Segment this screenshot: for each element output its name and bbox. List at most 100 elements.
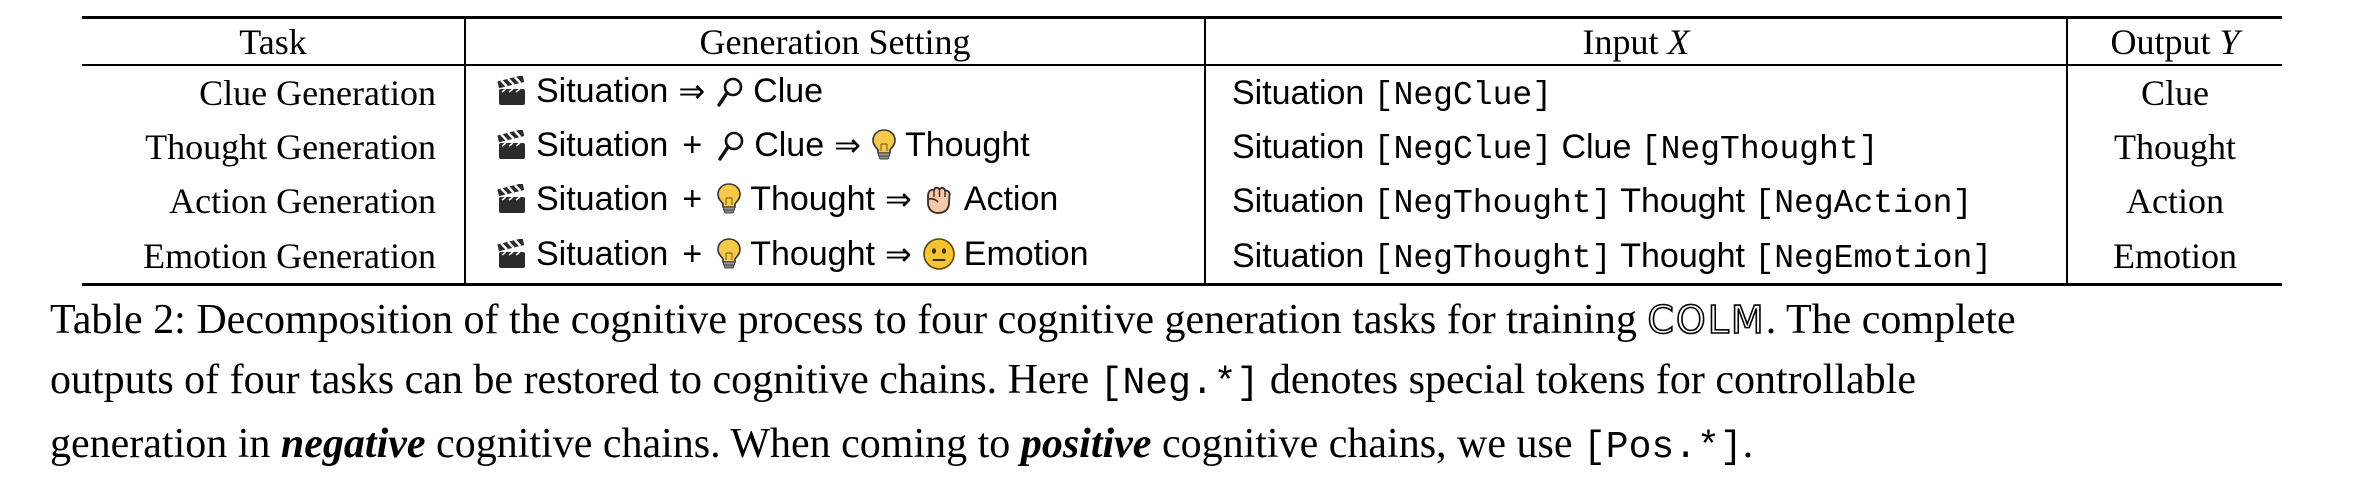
table-caption: Table 2: Decomposition of the cognitive …	[50, 290, 2340, 478]
table-row: Action Generation Situation + Thought ⇒ Actio…	[82, 174, 2282, 228]
task-label: Emotion Generation	[143, 235, 436, 276]
header-output-label: Output	[2110, 21, 2220, 62]
task-cell: Thought Generation	[82, 120, 466, 174]
input-text: Thought	[1611, 182, 1755, 220]
header-task-label: Task	[239, 21, 307, 62]
setting-cell: Situation ⇒ Clue	[465, 65, 1206, 120]
caption-line-3: generation in negative cognitive chains.…	[50, 414, 2340, 478]
input-text: Clue	[1552, 128, 1641, 166]
caption-line-1: Table 2: Decomposition of the cognitive …	[50, 290, 2340, 350]
input-cell: Situation [NegClue] Clue [NegThought]	[1205, 120, 2068, 174]
setting-cell: Situation + Clue ⇒ Thought	[465, 120, 1206, 174]
header-setting-label: Generation Setting	[699, 21, 971, 62]
pos-token: [Pos.*]	[1583, 426, 1743, 469]
magnifying-glass-icon	[715, 76, 745, 114]
light-bulb-icon	[716, 182, 742, 222]
task-cell: Emotion Generation	[82, 228, 466, 286]
header-output: Output Y	[2067, 16, 2282, 66]
implies-arrow: ⇒	[834, 126, 861, 164]
setting-target: Thought	[904, 126, 1030, 164]
setting-situation: Situation	[536, 126, 669, 164]
caption-text: cognitive chains, we use	[1151, 421, 1583, 467]
header-task: Task	[82, 16, 466, 66]
plus-sign: +	[682, 180, 703, 218]
positive-emphasis: positive	[1020, 421, 1152, 467]
output-cell: Clue	[2067, 65, 2282, 120]
light-bulb-icon	[716, 237, 742, 277]
output-label: Action	[2126, 181, 2224, 221]
input-token: [NegThought]	[1373, 185, 1612, 222]
table-row: Thought Generation Situation + Clue ⇒ Thought…	[82, 120, 2282, 174]
input-cell: Situation [NegThought] Thought [NegEmoti…	[1205, 228, 2068, 286]
input-text: Situation	[1232, 128, 1374, 166]
implies-arrow: ⇒	[884, 234, 912, 273]
setting-source: Thought	[750, 234, 875, 273]
clapper-board-icon	[496, 237, 528, 277]
input-token: [NegClue]	[1373, 77, 1552, 114]
header-input-var: X	[1667, 21, 1690, 62]
setting-cell: Situation + Thought ⇒ Action	[465, 174, 1206, 228]
output-label: Thought	[2114, 127, 2236, 167]
output-cell: Emotion	[2067, 228, 2282, 286]
input-text: Situation	[1232, 74, 1374, 112]
plus-sign: +	[682, 126, 703, 164]
input-cell: Situation [NegThought] Thought [NegActio…	[1205, 174, 2068, 228]
caption-text: . The complete	[1765, 297, 2016, 343]
input-token: [NegThought]	[1640, 131, 1879, 168]
input-token: [NegEmotion]	[1754, 239, 1993, 277]
setting-situation: Situation	[536, 180, 669, 218]
output-cell: Thought	[2067, 120, 2282, 174]
clapper-board-icon	[496, 129, 528, 168]
negative-emphasis: negative	[280, 421, 426, 467]
colm-wordmark: COLM	[1647, 297, 1766, 343]
setting-source: Clue	[754, 126, 825, 164]
output-label: Emotion	[2113, 235, 2237, 276]
decomposition-table: Task Generation Setting Input X Output Y…	[82, 16, 2282, 286]
output-label: Clue	[2141, 73, 2209, 113]
header-input: Input X	[1205, 16, 2068, 66]
table-row: Emotion Generation Situation + Thought ⇒ Emot…	[82, 228, 2282, 286]
plus-sign: +	[682, 234, 703, 273]
output-cell: Action	[2067, 174, 2282, 228]
clapper-board-icon	[496, 75, 528, 114]
input-cell: Situation [NegClue]	[1205, 65, 2068, 120]
header-input-label: Input	[1582, 21, 1668, 62]
setting-situation: Situation	[536, 72, 669, 110]
setting-situation: Situation	[536, 234, 669, 273]
setting-source: Thought	[750, 180, 875, 218]
table-row: Clue Generation Situation ⇒ Clue Situation […	[82, 65, 2282, 120]
input-text: Thought	[1611, 236, 1755, 275]
header-output-var: Y	[2219, 21, 2240, 62]
caption-text: cognitive chains. When coming to	[425, 421, 1021, 467]
task-cell: Action Generation	[82, 174, 466, 228]
setting-target: Clue	[753, 72, 824, 110]
implies-arrow: ⇒	[678, 72, 706, 110]
caption-text: generation in	[50, 421, 281, 467]
caption-text: outputs of four tasks can be restored to…	[50, 357, 1100, 403]
task-label: Action Generation	[169, 181, 436, 221]
task-label: Clue Generation	[199, 73, 436, 113]
magnifying-glass-icon	[716, 130, 746, 168]
input-text: Situation	[1232, 236, 1374, 275]
header-setting: Generation Setting	[465, 16, 1206, 66]
setting-target: Emotion	[963, 234, 1089, 273]
input-text: Situation	[1232, 182, 1374, 220]
implies-arrow: ⇒	[884, 180, 912, 218]
input-token: [NegThought]	[1373, 239, 1612, 277]
input-token: [NegClue]	[1373, 131, 1552, 168]
setting-target: Action	[963, 180, 1059, 218]
setting-cell: Situation + Thought ⇒ Emotion	[465, 228, 1206, 286]
task-label: Thought Generation	[145, 127, 436, 167]
neutral-face-icon	[922, 237, 956, 277]
caption-line-2: outputs of four tasks can be restored to…	[50, 350, 2340, 414]
caption-text: Table 2: Decomposition of the cognitive …	[50, 297, 1648, 343]
neg-token: [Neg.*]	[1099, 362, 1260, 405]
caption-text: .	[1742, 421, 1754, 467]
raised-fist-icon	[922, 184, 956, 222]
input-token: [NegAction]	[1754, 185, 1973, 222]
table-header-row: Task Generation Setting Input X Output Y	[82, 16, 2282, 66]
light-bulb-icon	[871, 128, 897, 168]
clapper-board-icon	[496, 183, 528, 222]
caption-text: denotes special tokens for controllable	[1259, 357, 1916, 403]
task-cell: Clue Generation	[82, 65, 466, 120]
